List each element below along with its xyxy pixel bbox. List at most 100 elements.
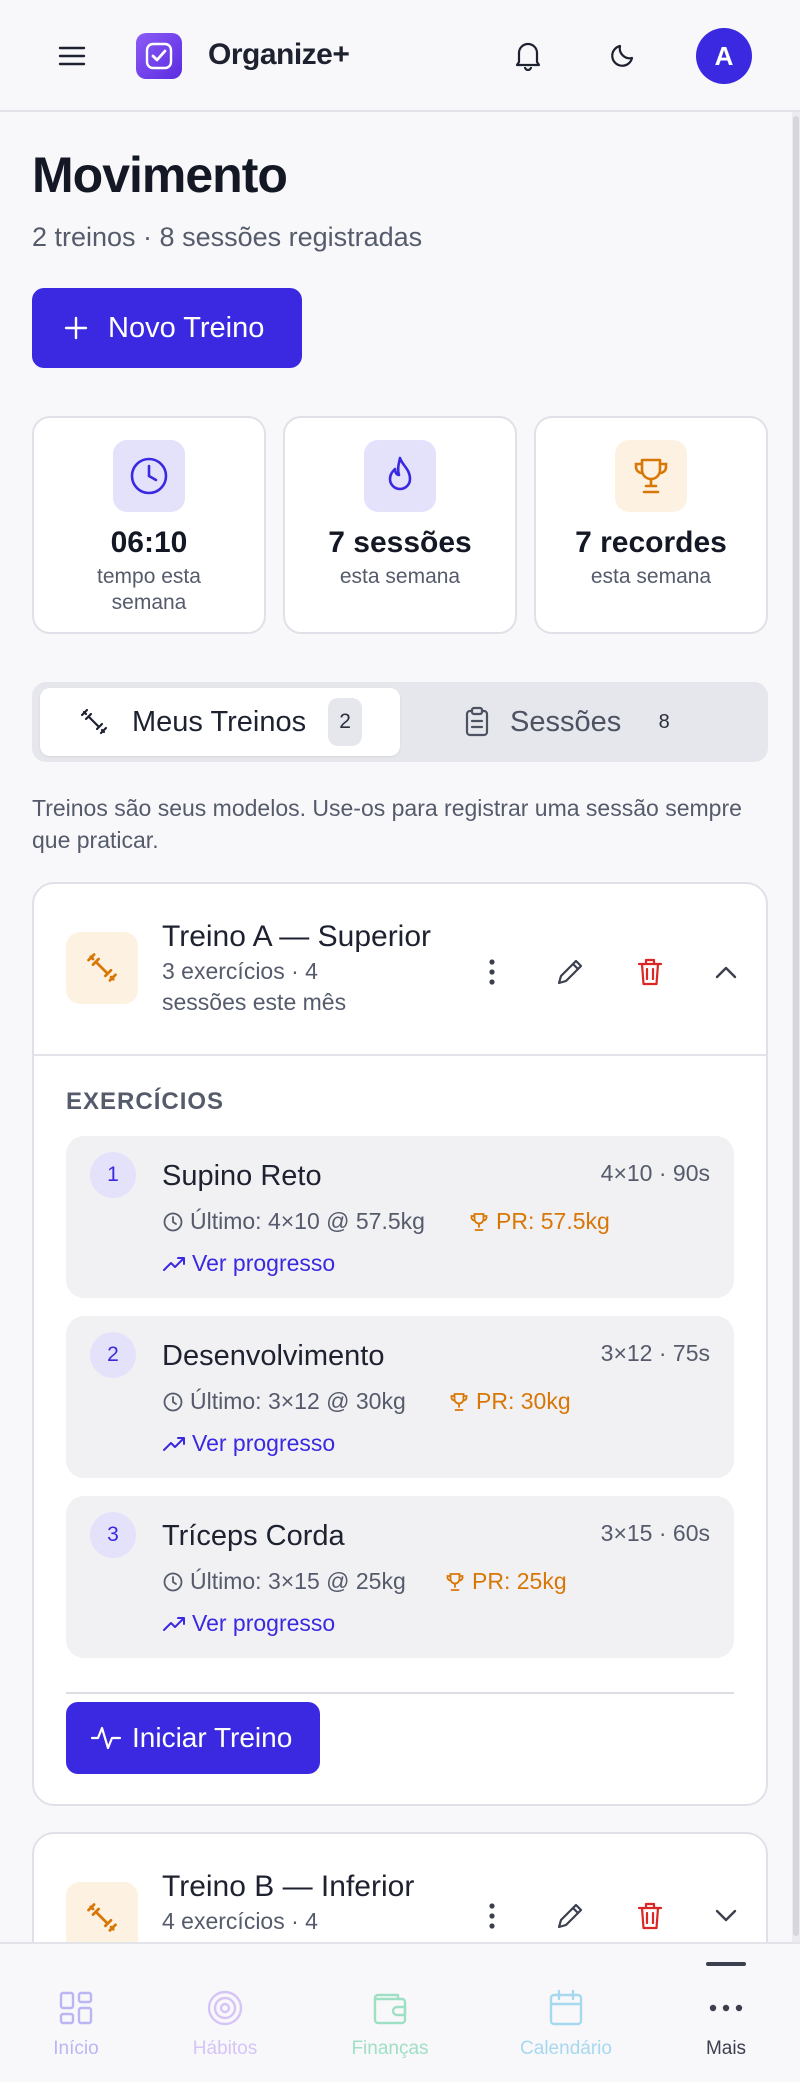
stat-card-sessions: 7 sessões esta semana <box>283 416 517 634</box>
trending-up-icon <box>163 1616 185 1631</box>
avatar[interactable]: A <box>696 28 752 84</box>
workout-meta: 3 exercícios · 4 sessões este mês <box>162 958 347 1015</box>
exercise-number: 1 <box>90 1152 136 1198</box>
exercise-last-text: Último: 3×15 @ 25kg <box>190 1568 406 1594</box>
exercise-pr-text: PR: 57.5kg <box>496 1208 610 1234</box>
trophy-icon <box>450 1392 468 1411</box>
target-icon <box>205 1988 245 2028</box>
nav-item-inicio[interactable]: Início <box>36 1944 116 2082</box>
trash-icon[interactable] <box>628 1894 672 1938</box>
info-text: Treinos são seus modelos. Use-os para re… <box>32 795 742 853</box>
workout-meta: 4 exercícios · 4 <box>162 1908 318 1934</box>
stat-label: esta semana <box>590 565 712 588</box>
exercise-pr: PR: 30kg <box>448 1388 571 1415</box>
trophy-icon <box>615 440 687 512</box>
divider <box>34 1054 766 1056</box>
tab-sessoes[interactable]: Sessões 8 <box>462 688 762 756</box>
app-header: Organize+ A <box>0 0 800 112</box>
view-progress-label: Ver progresso <box>192 1250 336 1276</box>
exercise-sets: 3×15 · 60s <box>600 1520 710 1546</box>
new-workout-button[interactable]: Novo Treino <box>32 288 302 368</box>
tabs: Meus Treinos 2 Sessões 8 <box>32 682 768 762</box>
bell-icon[interactable] <box>509 36 547 74</box>
stat-value: 7 sessões <box>328 526 472 559</box>
stat-label: esta semana <box>339 565 461 588</box>
view-progress-link[interactable]: Ver progresso <box>162 1430 335 1457</box>
wallet-icon <box>370 1988 410 2028</box>
exercise-number: 2 <box>90 1332 136 1378</box>
clock-icon <box>113 440 185 512</box>
view-progress-label: Ver progresso <box>192 1610 336 1636</box>
stat-card-records: 7 recordes esta semana <box>534 416 768 634</box>
workout-card: Treino A — Superior 3 exercícios · 4 ses… <box>32 882 768 1806</box>
exercise-name: Desenvolvimento <box>162 1340 385 1372</box>
exercise-last-text: Último: 4×10 @ 57.5kg <box>190 1208 425 1234</box>
start-workout-button[interactable]: Iniciar Treino <box>66 1702 320 1774</box>
tab-label: Sessões <box>510 705 622 738</box>
stat-value: 06:10 <box>110 526 188 559</box>
moon-icon[interactable] <box>604 36 642 74</box>
nav-item-calendario[interactable]: Calendário <box>510 1944 622 2082</box>
dumbbell-icon <box>66 932 138 1004</box>
chevron-down-icon[interactable] <box>704 1894 748 1938</box>
nav-item-mais[interactable]: Mais <box>686 1944 766 2082</box>
stat-label: tempo esta semana <box>97 565 201 614</box>
nav-item-habitos[interactable]: Hábitos <box>180 1944 270 2082</box>
page-subtitle: 2 treinos · 8 sessões registradas <box>32 222 423 252</box>
clock-icon <box>163 1212 183 1231</box>
calendar-icon <box>546 1988 586 2028</box>
tab-count: 2 <box>328 698 363 746</box>
bottom-nav: Início Hábitos Finanças Calendário Mais <box>0 1942 800 2082</box>
trophy-icon <box>470 1212 488 1231</box>
more-vertical-icon[interactable] <box>470 1894 514 1938</box>
edit-pencil-icon[interactable] <box>548 950 592 994</box>
view-progress-label: Ver progresso <box>192 1430 336 1456</box>
workout-name[interactable]: Treino A — Superior <box>162 920 431 954</box>
exercise-last-text: Último: 3×12 @ 30kg <box>190 1388 406 1414</box>
trophy-icon <box>446 1572 464 1591</box>
app-title: Organize+ <box>208 38 350 71</box>
trending-up-icon <box>163 1436 185 1451</box>
exercise-last: Último: 3×15 @ 25kg <box>162 1568 406 1595</box>
plus-icon <box>64 316 88 340</box>
stat-value: 7 recordes <box>575 526 727 559</box>
exercise-number: 3 <box>90 1512 136 1558</box>
view-progress-link[interactable]: Ver progresso <box>162 1610 335 1637</box>
exercise-item[interactable]: 2 Desenvolvimento 3×12 · 75s Último: 3×1… <box>66 1316 734 1478</box>
nav-label: Calendário <box>520 2038 612 2059</box>
nav-item-financas[interactable]: Finanças <box>340 1944 440 2082</box>
clipboard-icon <box>465 706 489 737</box>
exercise-last: Último: 3×12 @ 30kg <box>162 1388 406 1415</box>
nav-label: Início <box>53 2038 99 2059</box>
tab-label: Meus Treinos <box>132 705 307 738</box>
edit-pencil-icon[interactable] <box>548 1894 592 1938</box>
chevron-up-icon[interactable] <box>704 950 748 994</box>
nav-label: Hábitos <box>192 2038 258 2059</box>
grid-icon <box>56 1988 96 2028</box>
exercise-pr-text: PR: 30kg <box>476 1388 571 1414</box>
scrollbar-thumb[interactable] <box>793 116 799 1936</box>
exercise-name: Tríceps Corda <box>162 1520 345 1552</box>
view-progress-link[interactable]: Ver progresso <box>162 1250 335 1277</box>
more-vertical-icon[interactable] <box>470 950 514 994</box>
app-logo-icon <box>136 33 182 79</box>
clock-icon <box>163 1572 183 1591</box>
trending-up-icon <box>163 1256 185 1271</box>
exercise-item[interactable]: 3 Tríceps Corda 3×15 · 60s Último: 3×15 … <box>66 1496 734 1658</box>
start-workout-label: Iniciar Treino <box>132 1722 293 1753</box>
dumbbell-icon <box>80 708 108 735</box>
exercise-pr: PR: 57.5kg <box>468 1208 610 1235</box>
trash-icon[interactable] <box>628 950 672 994</box>
exercise-sets: 4×10 · 90s <box>600 1160 710 1186</box>
exercise-item[interactable]: 1 Supino Reto 4×10 · 90s Último: 4×10 @ … <box>66 1136 734 1298</box>
clock-icon <box>163 1392 183 1411</box>
menu-icon[interactable] <box>52 40 92 72</box>
workout-name[interactable]: Treino B — Inferior <box>162 1870 414 1904</box>
activity-icon <box>90 1726 122 1750</box>
exercise-pr-text: PR: 25kg <box>472 1568 567 1594</box>
nav-label: Mais <box>705 2038 747 2059</box>
nav-label: Finanças <box>351 2038 429 2059</box>
more-icon <box>706 1988 746 2028</box>
exercise-pr: PR: 25kg <box>444 1568 567 1595</box>
tab-meus-treinos[interactable]: Meus Treinos 2 <box>40 688 400 756</box>
